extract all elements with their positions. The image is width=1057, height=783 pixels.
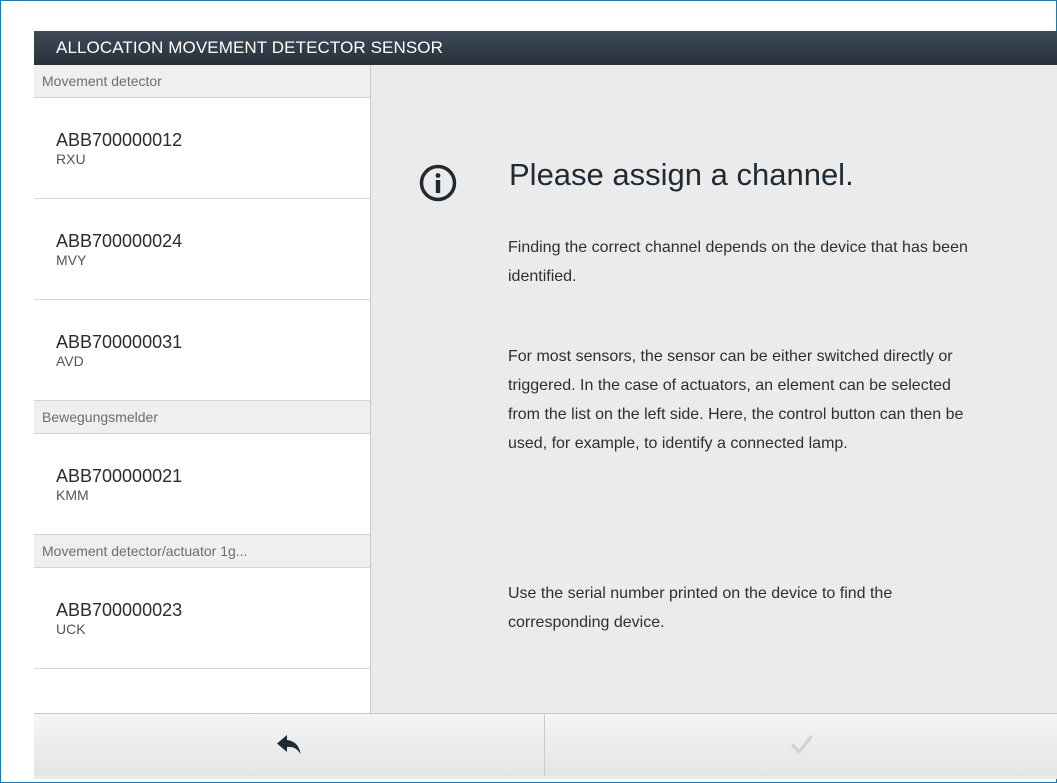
device-list-item[interactable]: ABB700000023 UCK bbox=[34, 568, 370, 669]
info-paragraph: Finding the correct channel depends on t… bbox=[508, 239, 968, 285]
device-serial: ABB700000024 bbox=[56, 230, 183, 251]
dialog-footer bbox=[34, 713, 1057, 776]
device-code: UCK bbox=[56, 620, 86, 637]
back-arrow-icon bbox=[277, 735, 301, 754]
list-filler bbox=[34, 669, 370, 713]
group-header: Movement detector/actuator 1g... bbox=[34, 535, 370, 568]
group-header: Bewegungsmelder bbox=[34, 401, 370, 434]
info-panel: Please assign a channel. Finding the cor… bbox=[371, 65, 1057, 713]
info-heading: Please assign a channel. bbox=[509, 157, 854, 192]
device-code: KMM bbox=[56, 486, 89, 503]
info-paragraph: For most sensors, the sensor can be eith… bbox=[508, 348, 964, 452]
device-list[interactable]: Movement detector ABB700000012 RXU ABB70… bbox=[34, 65, 371, 713]
device-serial: ABB700000023 bbox=[56, 599, 183, 620]
device-list-item[interactable]: ABB700000012 RXU bbox=[34, 98, 370, 199]
allocation-dialog: ALLOCATION MOVEMENT DETECTOR SENSOR Move… bbox=[34, 31, 1057, 779]
back-button[interactable] bbox=[34, 714, 545, 776]
device-code: AVD bbox=[56, 352, 84, 369]
confirm-button[interactable] bbox=[545, 714, 1057, 776]
device-list-item[interactable]: ABB700000031 AVD bbox=[34, 300, 370, 401]
device-serial: ABB700000031 bbox=[56, 331, 183, 352]
group-header: Movement detector bbox=[34, 65, 370, 98]
device-list-item[interactable]: ABB700000021 KMM bbox=[34, 434, 370, 535]
info-paragraph: Use the serial number printed on the dev… bbox=[508, 585, 893, 631]
device-code: RXU bbox=[56, 150, 86, 167]
device-list-item[interactable]: ABB700000024 MVY bbox=[34, 199, 370, 300]
window-frame: ALLOCATION MOVEMENT DETECTOR SENSOR Move… bbox=[0, 0, 1057, 783]
checkmark-icon bbox=[790, 735, 813, 754]
device-code: MVY bbox=[56, 251, 87, 268]
info-icon bbox=[419, 164, 457, 202]
device-serial: ABB700000012 bbox=[56, 129, 183, 150]
device-serial: ABB700000021 bbox=[56, 465, 183, 486]
dialog-title: ALLOCATION MOVEMENT DETECTOR SENSOR bbox=[34, 31, 1057, 65]
